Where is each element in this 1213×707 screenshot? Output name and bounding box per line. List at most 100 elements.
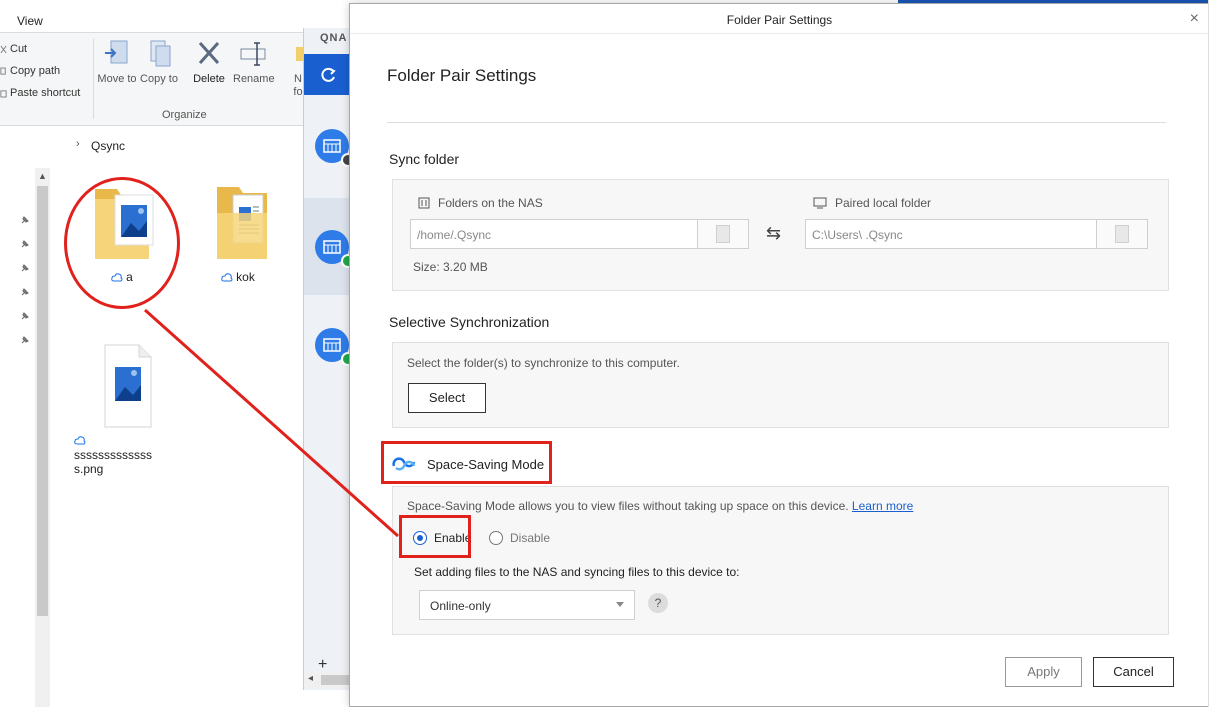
- cloud-icon: [74, 436, 86, 445]
- disable-radio[interactable]: Disable: [489, 531, 550, 545]
- scrollbar-thumb[interactable]: [321, 675, 349, 685]
- address-bar[interactable]: › Qsync: [0, 133, 305, 157]
- cut-label: Cut: [10, 43, 28, 55]
- selective-sync-title: Selective Synchronization: [389, 314, 550, 330]
- close-icon[interactable]: ×: [1190, 10, 1199, 28]
- chevron-down-icon: [616, 602, 624, 607]
- file-item-kok[interactable]: kok: [188, 183, 288, 284]
- folder-size: Size: 3.20 MB: [413, 260, 488, 274]
- file-name-row: kok: [188, 270, 288, 284]
- copy-path-label: Copy path: [10, 65, 61, 77]
- copy-to-label: Copy to: [140, 73, 178, 85]
- set-adding-label: Set adding files to the NAS and syncing …: [414, 565, 740, 579]
- cloud-icon: [221, 272, 233, 281]
- copy-to-button[interactable]: Copy to: [139, 39, 179, 86]
- annotation-box-enable: [399, 515, 471, 558]
- nas-folder-pair-3[interactable]: [315, 328, 355, 366]
- paste-shortcut-label: Paste shortcut: [10, 87, 81, 99]
- sync-folder-panel: Folders on the NAS /home/.Qsync ⇆ Paired…: [392, 179, 1169, 291]
- horizontal-scrollbar[interactable]: ◂: [304, 672, 351, 688]
- rename-label: Rename: [233, 73, 275, 85]
- nas-folder-pair-1[interactable]: [315, 129, 355, 167]
- nas-folders-label: Folders on the NAS: [438, 196, 543, 210]
- file-name: kok: [236, 270, 255, 284]
- swap-arrows-icon: ⇆: [766, 223, 782, 243]
- sync-folder-title: Sync folder: [389, 151, 460, 167]
- view-tab[interactable]: View: [17, 14, 43, 28]
- rename-button[interactable]: Rename: [233, 39, 275, 86]
- apply-button[interactable]: Apply: [1005, 657, 1082, 687]
- dialog-heading: Folder Pair Settings: [387, 66, 537, 85]
- mode-select[interactable]: Online-only: [419, 590, 635, 620]
- ribbon-divider: [93, 39, 94, 119]
- ribbon: Cut Copy path Paste shortcut Move to Cop…: [0, 32, 308, 126]
- help-icon[interactable]: ?: [648, 593, 668, 613]
- organize-group-label: Organize: [162, 109, 207, 121]
- folder-pair-settings-dialog: Folder Pair Settings × Folder Pair Setti…: [349, 3, 1210, 707]
- nas-path-field[interactable]: /home/.Qsync: [410, 219, 749, 249]
- space-saving-description-text: Space-Saving Mode allows you to view fil…: [407, 499, 849, 513]
- browse-local-button[interactable]: [1097, 220, 1147, 248]
- copy-to-icon: [150, 40, 171, 67]
- refresh-icon: [320, 67, 336, 82]
- pin-icon[interactable]: [20, 287, 30, 297]
- new-folder-label: N fo: [293, 73, 303, 98]
- pin-icon[interactable]: [20, 215, 30, 225]
- move-to-icon: [105, 40, 128, 64]
- sync-refresh-button[interactable]: [304, 54, 351, 95]
- cut-button[interactable]: Cut: [0, 43, 27, 55]
- space-saving-description: Space-Saving Mode allows you to view fil…: [407, 499, 913, 513]
- nas-device-icon: [323, 139, 341, 153]
- disable-label: Disable: [510, 531, 551, 545]
- nas-device-icon: [323, 240, 341, 254]
- nas-folder-pair-2[interactable]: [315, 230, 355, 268]
- copy-path-button[interactable]: Copy path: [0, 65, 60, 77]
- scroll-up-arrow-icon[interactable]: ▲: [38, 171, 47, 181]
- local-folder-header: Paired local folder: [813, 196, 931, 210]
- divider: [387, 122, 1166, 123]
- background-window-edge: [1208, 0, 1213, 707]
- local-path-field[interactable]: C:\Users\ .Qsync: [805, 219, 1148, 249]
- radio-unselected-icon: [489, 531, 503, 545]
- paste-shortcut-button[interactable]: Paste shortcut: [0, 87, 80, 99]
- select-button[interactable]: Select: [408, 383, 486, 413]
- nas-device-icon: [418, 197, 430, 209]
- move-to-label: Move to: [97, 73, 137, 85]
- nas-folders-header: Folders on the NAS: [418, 196, 543, 210]
- pin-icon[interactable]: [20, 263, 30, 273]
- move-to-button[interactable]: Move to: [97, 39, 137, 86]
- file-name-row: ssssssssssssss.png: [74, 436, 174, 476]
- paste-shortcut-icon: [0, 89, 7, 97]
- annotation-box-space-saving: [381, 441, 552, 484]
- browse-nas-button[interactable]: [698, 220, 748, 248]
- navigation-pane: [0, 168, 34, 707]
- learn-more-link[interactable]: Learn more: [852, 499, 913, 513]
- file-explorer-window: View Cut Copy path Paste shortcut Move t…: [0, 0, 320, 707]
- scissors-icon: [0, 45, 7, 53]
- breadcrumb[interactable]: Qsync: [91, 139, 125, 153]
- copy-path-icon: [0, 67, 6, 75]
- vertical-scrollbar[interactable]: ▲: [35, 168, 50, 707]
- folder-icon: [1115, 225, 1129, 243]
- qsync-app-window: QNA + ◂: [303, 28, 355, 690]
- pin-icon[interactable]: [20, 311, 30, 321]
- scrollbar-thumb[interactable]: [37, 186, 48, 616]
- pin-icon[interactable]: [20, 335, 30, 345]
- image-file-icon: [104, 344, 152, 428]
- rename-icon: [240, 42, 266, 66]
- file-item-png[interactable]: ssssssssssssss.png: [72, 343, 172, 476]
- chevron-right-icon: ›: [76, 138, 80, 150]
- scroll-left-arrow-icon[interactable]: ◂: [308, 673, 313, 684]
- local-folder-label: Paired local folder: [835, 196, 932, 210]
- dialog-titlebar[interactable]: Folder Pair Settings ×: [350, 4, 1209, 34]
- delete-button[interactable]: Delete: [189, 39, 229, 86]
- window-title: Folder Pair Settings: [726, 13, 833, 27]
- selective-sync-description: Select the folder(s) to synchronize to t…: [407, 356, 680, 370]
- cancel-button[interactable]: Cancel: [1093, 657, 1174, 687]
- file-name: ssssssssssssss.png: [74, 448, 152, 476]
- annotation-circle: [64, 177, 180, 309]
- pin-icon[interactable]: [20, 239, 30, 249]
- local-path-value: C:\Users\ .Qsync: [806, 220, 1097, 248]
- folder-icon: [716, 225, 730, 243]
- nas-path-value: /home/.Qsync: [411, 220, 698, 248]
